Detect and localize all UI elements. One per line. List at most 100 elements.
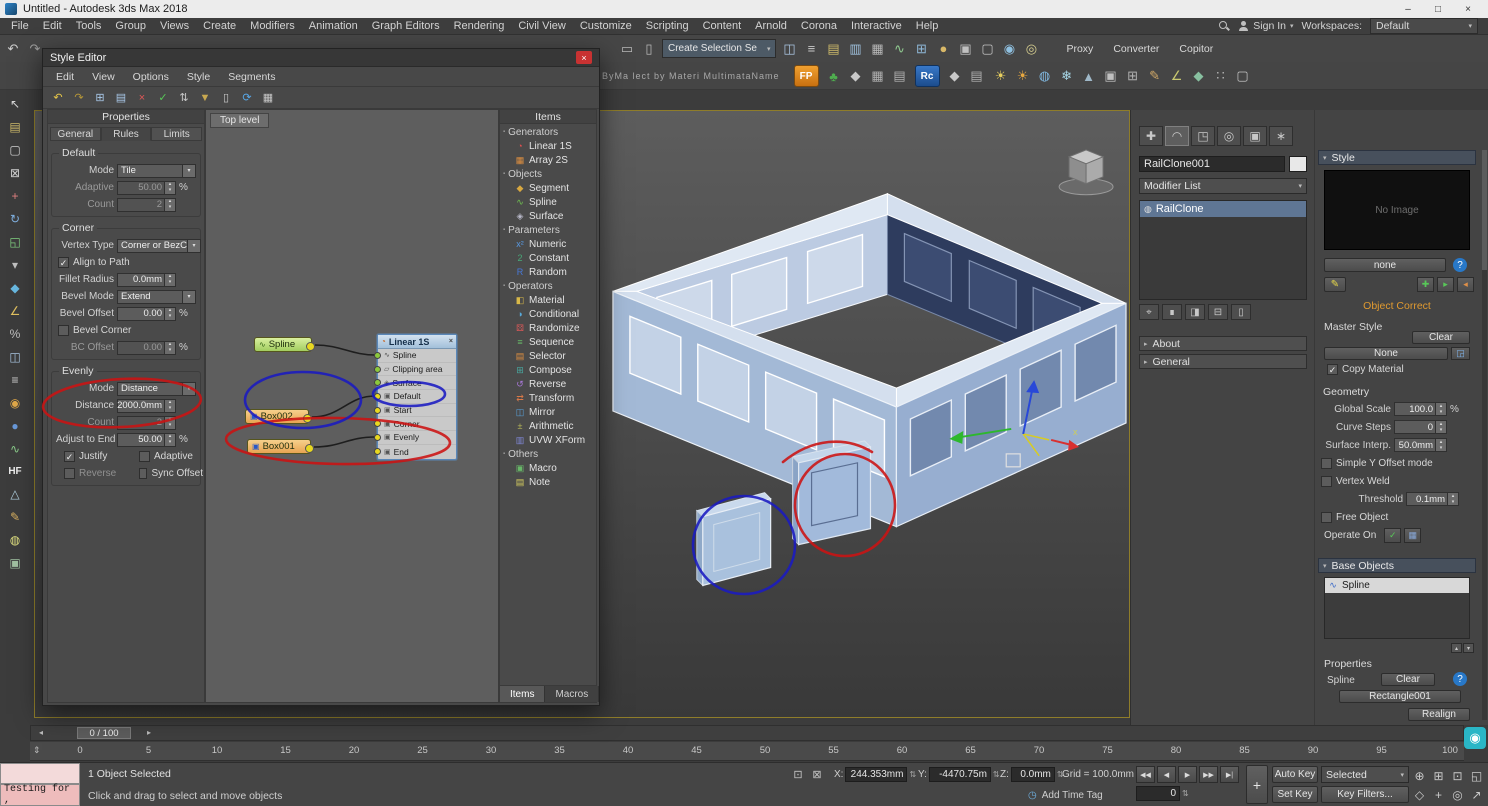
schematic-view-icon[interactable]: ⊞ bbox=[910, 38, 932, 59]
field-threshold[interactable]: 0.1mm▴▾ bbox=[1406, 492, 1459, 506]
menu-graph-editors[interactable]: Graph Editors bbox=[365, 18, 447, 34]
spinner-adjust-to-end[interactable]: ▴▾ bbox=[165, 433, 176, 447]
field-fillet-radius[interactable]: 0.0mm▴▾ bbox=[117, 273, 176, 287]
bulb-icon[interactable]: ◍ bbox=[6, 532, 24, 548]
menu-help[interactable]: Help bbox=[909, 18, 946, 34]
align-icon[interactable]: ≡ bbox=[800, 38, 822, 59]
box-mode-icon[interactable]: ▢ bbox=[1232, 66, 1254, 87]
show-end-result-icon[interactable]: ∎ bbox=[1162, 304, 1182, 320]
tab-limits[interactable]: Limits bbox=[151, 127, 202, 141]
checkbox-sync-offset[interactable]: Sync Offset bbox=[139, 468, 203, 479]
next-frame-arrow[interactable]: ▸ bbox=[143, 728, 155, 737]
scrollbar-thumb[interactable] bbox=[1482, 150, 1487, 270]
select-move-icon[interactable]: + bbox=[6, 188, 24, 204]
item-constant[interactable]: 2Constant bbox=[500, 251, 596, 265]
view-cube[interactable] bbox=[1059, 150, 1113, 195]
mirror-icon[interactable]: ◫ bbox=[778, 38, 800, 59]
curve-editor-icon[interactable]: ∿ bbox=[6, 441, 24, 457]
material-editor-icon[interactable]: ● bbox=[932, 38, 954, 59]
menu-animation[interactable]: Animation bbox=[302, 18, 365, 34]
sky-icon[interactable]: ◍ bbox=[1034, 66, 1056, 87]
menu-scripting[interactable]: Scripting bbox=[639, 18, 696, 34]
field-count[interactable]: 2▴▾ bbox=[117, 416, 176, 430]
rollout-about[interactable]: ▸About bbox=[1139, 336, 1307, 351]
close-button[interactable]: × bbox=[1453, 0, 1483, 18]
panel-scrollbar[interactable] bbox=[1482, 150, 1487, 720]
items-group-operators[interactable]: ▪Operators bbox=[500, 279, 596, 293]
se-menu-style[interactable]: Style bbox=[178, 71, 219, 83]
fov-icon[interactable]: ◇ bbox=[1410, 785, 1429, 804]
items-group-objects[interactable]: ▪Objects bbox=[500, 167, 596, 181]
field-global-scale[interactable]: 100.0▴▾ bbox=[1394, 402, 1447, 416]
redo-icon[interactable]: ↷ bbox=[70, 89, 88, 106]
zoom-region-icon[interactable]: ◱ bbox=[1467, 766, 1486, 785]
checkbox-reverse[interactable]: Reverse bbox=[64, 468, 128, 479]
spinner-icon[interactable]: ⇅ bbox=[993, 770, 1000, 779]
slot-clipping-area[interactable]: ▱Clipping area bbox=[378, 363, 456, 377]
go-to-start-button[interactable]: ◀◀ bbox=[1136, 766, 1155, 783]
search-icon[interactable] bbox=[1219, 21, 1230, 32]
operate-on-surfaces-icon[interactable]: ▦ bbox=[1404, 528, 1421, 543]
checkbox-adaptive[interactable]: Adaptive bbox=[139, 451, 203, 462]
tab-macros[interactable]: Macros bbox=[545, 686, 599, 702]
items-group-parameters[interactable]: ▪Parameters bbox=[500, 223, 596, 237]
style-editor-titlebar[interactable]: Style Editor × bbox=[43, 49, 599, 67]
display-tab[interactable]: ▣ bbox=[1243, 126, 1267, 146]
box-icon[interactable]: ▣ bbox=[6, 555, 24, 571]
dropdown-vertex-type[interactable]: Corner or BezC▾ bbox=[117, 239, 201, 253]
object-color-swatch[interactable] bbox=[1289, 156, 1307, 172]
operate-on-splines-icon[interactable]: ✓ bbox=[1384, 528, 1401, 543]
teapot-render-icon[interactable]: ◉ bbox=[6, 395, 24, 411]
items-group-others[interactable]: ▪Others bbox=[500, 447, 596, 461]
slot-socket[interactable] bbox=[374, 352, 381, 359]
item-mirror[interactable]: ◫Mirror bbox=[500, 405, 596, 419]
style-map-button[interactable]: none bbox=[1324, 258, 1446, 272]
trash-icon[interactable]: ▯ bbox=[217, 89, 235, 106]
scene-explorer-icon[interactable]: ▥ bbox=[844, 38, 866, 59]
output-socket[interactable] bbox=[306, 342, 315, 351]
slot-socket[interactable] bbox=[374, 366, 381, 373]
close-icon[interactable]: × bbox=[449, 338, 453, 345]
output-socket[interactable] bbox=[305, 444, 314, 453]
box-object-right[interactable] bbox=[793, 441, 871, 545]
minimize-button[interactable]: – bbox=[1393, 0, 1423, 18]
snap-toggle-icon[interactable]: ◆ bbox=[6, 280, 24, 296]
delete-icon[interactable]: × bbox=[133, 89, 151, 106]
slot-default[interactable]: ▣Default bbox=[378, 390, 456, 404]
canvas-tab-top-level[interactable]: Top level bbox=[210, 113, 269, 128]
item-array-2s[interactable]: ▦Array 2S bbox=[500, 153, 596, 167]
spinner-icon[interactable]: ⇅ bbox=[1182, 789, 1189, 798]
z-coordinate-field[interactable]: 0.0mm bbox=[1011, 767, 1055, 782]
menu-edit[interactable]: Edit bbox=[36, 18, 69, 34]
orbit-icon[interactable]: ◎ bbox=[1448, 785, 1467, 804]
select-by-name-icon[interactable]: ▤ bbox=[6, 119, 24, 135]
unlink-icon[interactable]: ▯ bbox=[638, 38, 660, 59]
x-coordinate-field[interactable]: 244.353mm bbox=[845, 767, 907, 782]
render-iterative-icon[interactable]: ◎ bbox=[1020, 38, 1042, 59]
converter-button[interactable]: Converter bbox=[1107, 41, 1165, 57]
export-style-icon[interactable]: ◂ bbox=[1457, 277, 1474, 292]
checkbox-simple-y-offset-mode[interactable]: Simple Y Offset mode bbox=[1321, 458, 1433, 469]
copy-material-checkbox[interactable]: ✓ Copy Material bbox=[1327, 364, 1404, 375]
slot-socket[interactable] bbox=[374, 448, 381, 455]
spinner-icon[interactable]: ⇅ bbox=[909, 770, 916, 779]
ribbon-toggle-icon[interactable]: ▦ bbox=[866, 38, 888, 59]
workspaces-dropdown[interactable]: Default ▾ bbox=[1370, 18, 1478, 34]
checkbox-free-object[interactable]: Free Object bbox=[1321, 512, 1388, 523]
maximize-viewport-icon[interactable]: ↗ bbox=[1467, 785, 1486, 804]
railclone-tools-icon[interactable]: ◆ bbox=[944, 66, 966, 87]
menu-customize[interactable]: Customize bbox=[573, 18, 639, 34]
forest-library-icon[interactable]: ▦ bbox=[867, 66, 889, 87]
forest-pack-button[interactable]: FP bbox=[794, 65, 819, 87]
create-tab[interactable]: ✚ bbox=[1139, 126, 1163, 146]
spinner-adaptive[interactable]: ▴▾ bbox=[165, 181, 176, 195]
teapot-badge-icon[interactable]: ◉ bbox=[1464, 727, 1486, 749]
se-menu-view[interactable]: View bbox=[83, 71, 124, 83]
time-slider-handle[interactable]: 0 / 100 bbox=[77, 727, 131, 739]
node-linear-1s-header[interactable]: ◔ Linear 1S × bbox=[378, 335, 456, 349]
node-box001[interactable]: ▣ Box001 bbox=[247, 439, 311, 454]
zoom-all-icon[interactable]: ⊞ bbox=[1429, 766, 1448, 785]
node-canvas[interactable]: Top level ∿ Spline ▣ Box002 ▣ Box001 ◔ L… bbox=[205, 109, 499, 703]
field-adaptive[interactable]: 50.00▴▾ bbox=[117, 181, 176, 195]
checkbox-vertex-weld[interactable]: Vertex Weld bbox=[1321, 476, 1390, 487]
